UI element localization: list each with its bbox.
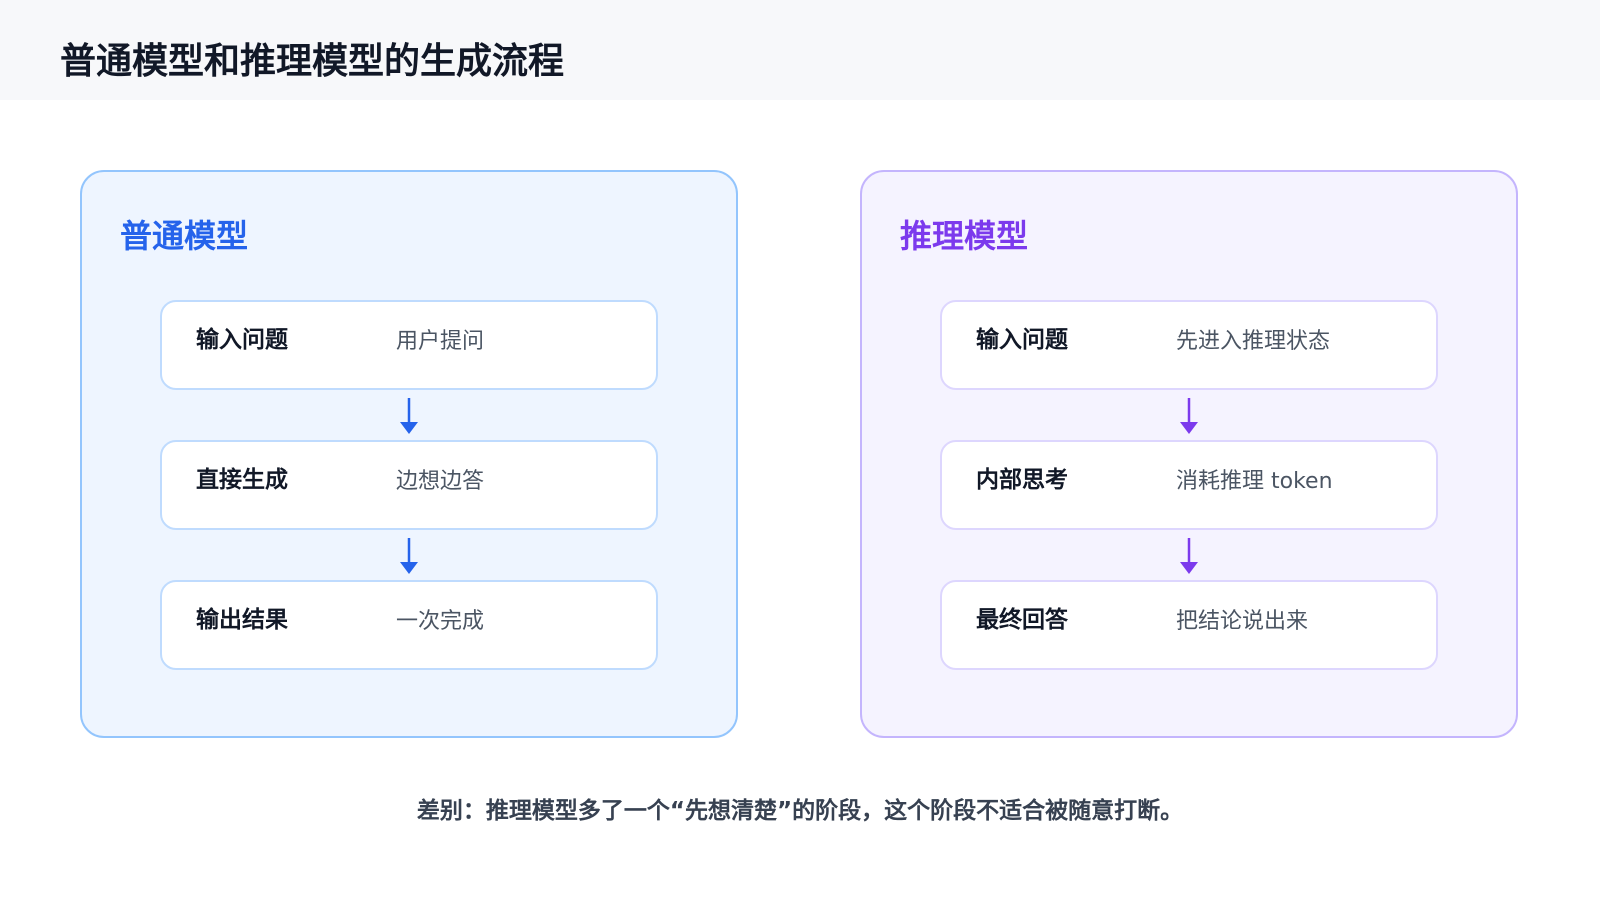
step-description: 消耗推理 token <box>1176 469 1333 494</box>
step-description: 边想边答 <box>396 469 485 494</box>
step-name: 直接生成 <box>196 467 288 493</box>
footer-note: 差别：推理模型多了一个“先想清楚”的阶段，这个阶段不适合被随意打断。 <box>416 798 1184 824</box>
flow-step: 内部思考 消耗推理 token <box>940 440 1438 530</box>
flow-step: 直接生成 边想边答 <box>160 440 658 530</box>
page-title: 普通模型和推理模型的生成流程 <box>60 41 565 82</box>
step-description: 把结论说出来 <box>1176 609 1309 634</box>
step-name: 输入问题 <box>196 327 288 353</box>
panel-title: 推理模型 <box>900 217 1029 255</box>
step-name: 最终回答 <box>976 607 1068 633</box>
step-name: 内部思考 <box>976 467 1068 493</box>
header-bar: 普通模型和推理模型的生成流程 <box>0 0 1600 100</box>
flow-step: 输出结果 一次完成 <box>160 580 658 670</box>
arrow-down-icon <box>400 398 418 434</box>
reasoning-model-panel: 推理模型 输入问题 先进入推理状态 内部思考 消耗推理 token 最终回答 把… <box>860 170 1518 738</box>
step-name: 输出结果 <box>196 607 288 633</box>
panel-title: 普通模型 <box>120 217 249 255</box>
normal-model-panel: 普通模型 输入问题 用户提问 直接生成 边想边答 输出结果 一次完成 <box>80 170 738 738</box>
flow-step: 最终回答 把结论说出来 <box>940 580 1438 670</box>
arrow-down-icon <box>1180 538 1198 574</box>
step-description: 用户提问 <box>396 329 485 354</box>
arrow-down-icon <box>400 538 418 574</box>
step-name: 输入问题 <box>976 327 1068 353</box>
step-description: 一次完成 <box>396 609 485 634</box>
arrow-down-icon <box>1180 398 1198 434</box>
flow-step: 输入问题 先进入推理状态 <box>940 300 1438 390</box>
flow-step: 输入问题 用户提问 <box>160 300 658 390</box>
step-description: 先进入推理状态 <box>1176 329 1331 354</box>
